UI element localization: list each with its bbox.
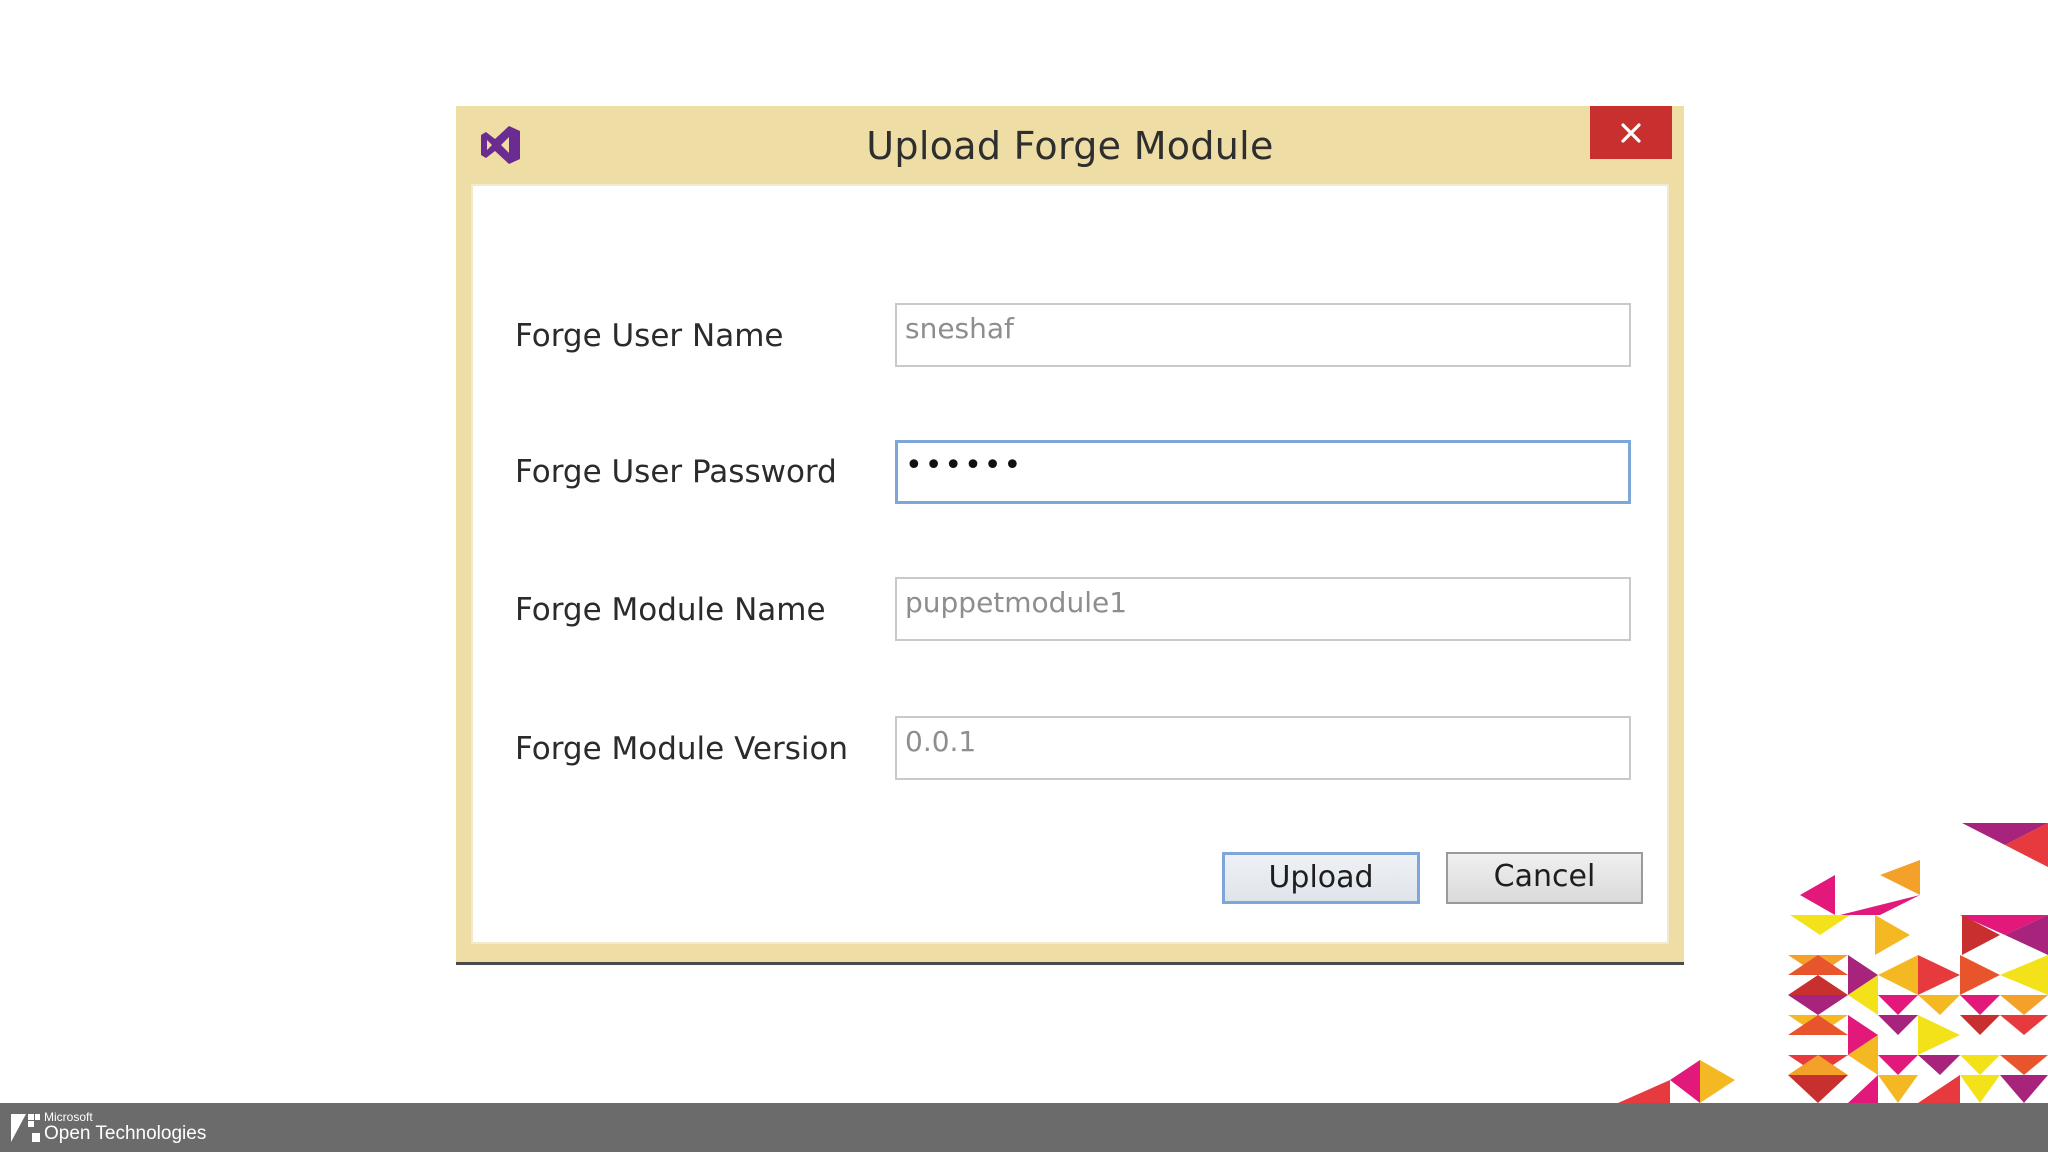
forge-user-name-input[interactable] (895, 303, 1631, 367)
forge-user-password-label: Forge User Password (515, 454, 837, 490)
forge-module-name-label: Forge Module Name (515, 592, 826, 628)
dialog-title: Upload Forge Module (866, 124, 1274, 168)
upload-forge-module-dialog: Upload Forge Module Forge User Name Forg… (456, 106, 1684, 962)
upload-button[interactable]: Upload (1222, 852, 1420, 904)
forge-user-password-input[interactable] (895, 440, 1631, 504)
forge-user-name-label: Forge User Name (515, 318, 784, 354)
forge-module-name-input[interactable] (895, 577, 1631, 641)
microsoft-open-technologies-logo-icon (11, 1114, 40, 1142)
close-button[interactable] (1590, 106, 1672, 159)
close-icon (1621, 123, 1641, 143)
forge-module-version-input[interactable] (895, 716, 1631, 780)
footer-brand-large: Open Technologies (44, 1123, 207, 1144)
footer-brand-small: Microsoft (44, 1110, 93, 1124)
decorative-triangle-pattern (1618, 823, 2048, 1103)
footer-bar: Microsoft Open Technologies (0, 1103, 2048, 1152)
dialog-title-bar[interactable]: Upload Forge Module (456, 106, 1684, 184)
dialog-content: Forge User Name Forge User Password Forg… (471, 184, 1669, 944)
footer-brand: Microsoft Open Technologies (44, 1111, 206, 1145)
forge-module-version-label: Forge Module Version (515, 731, 849, 767)
